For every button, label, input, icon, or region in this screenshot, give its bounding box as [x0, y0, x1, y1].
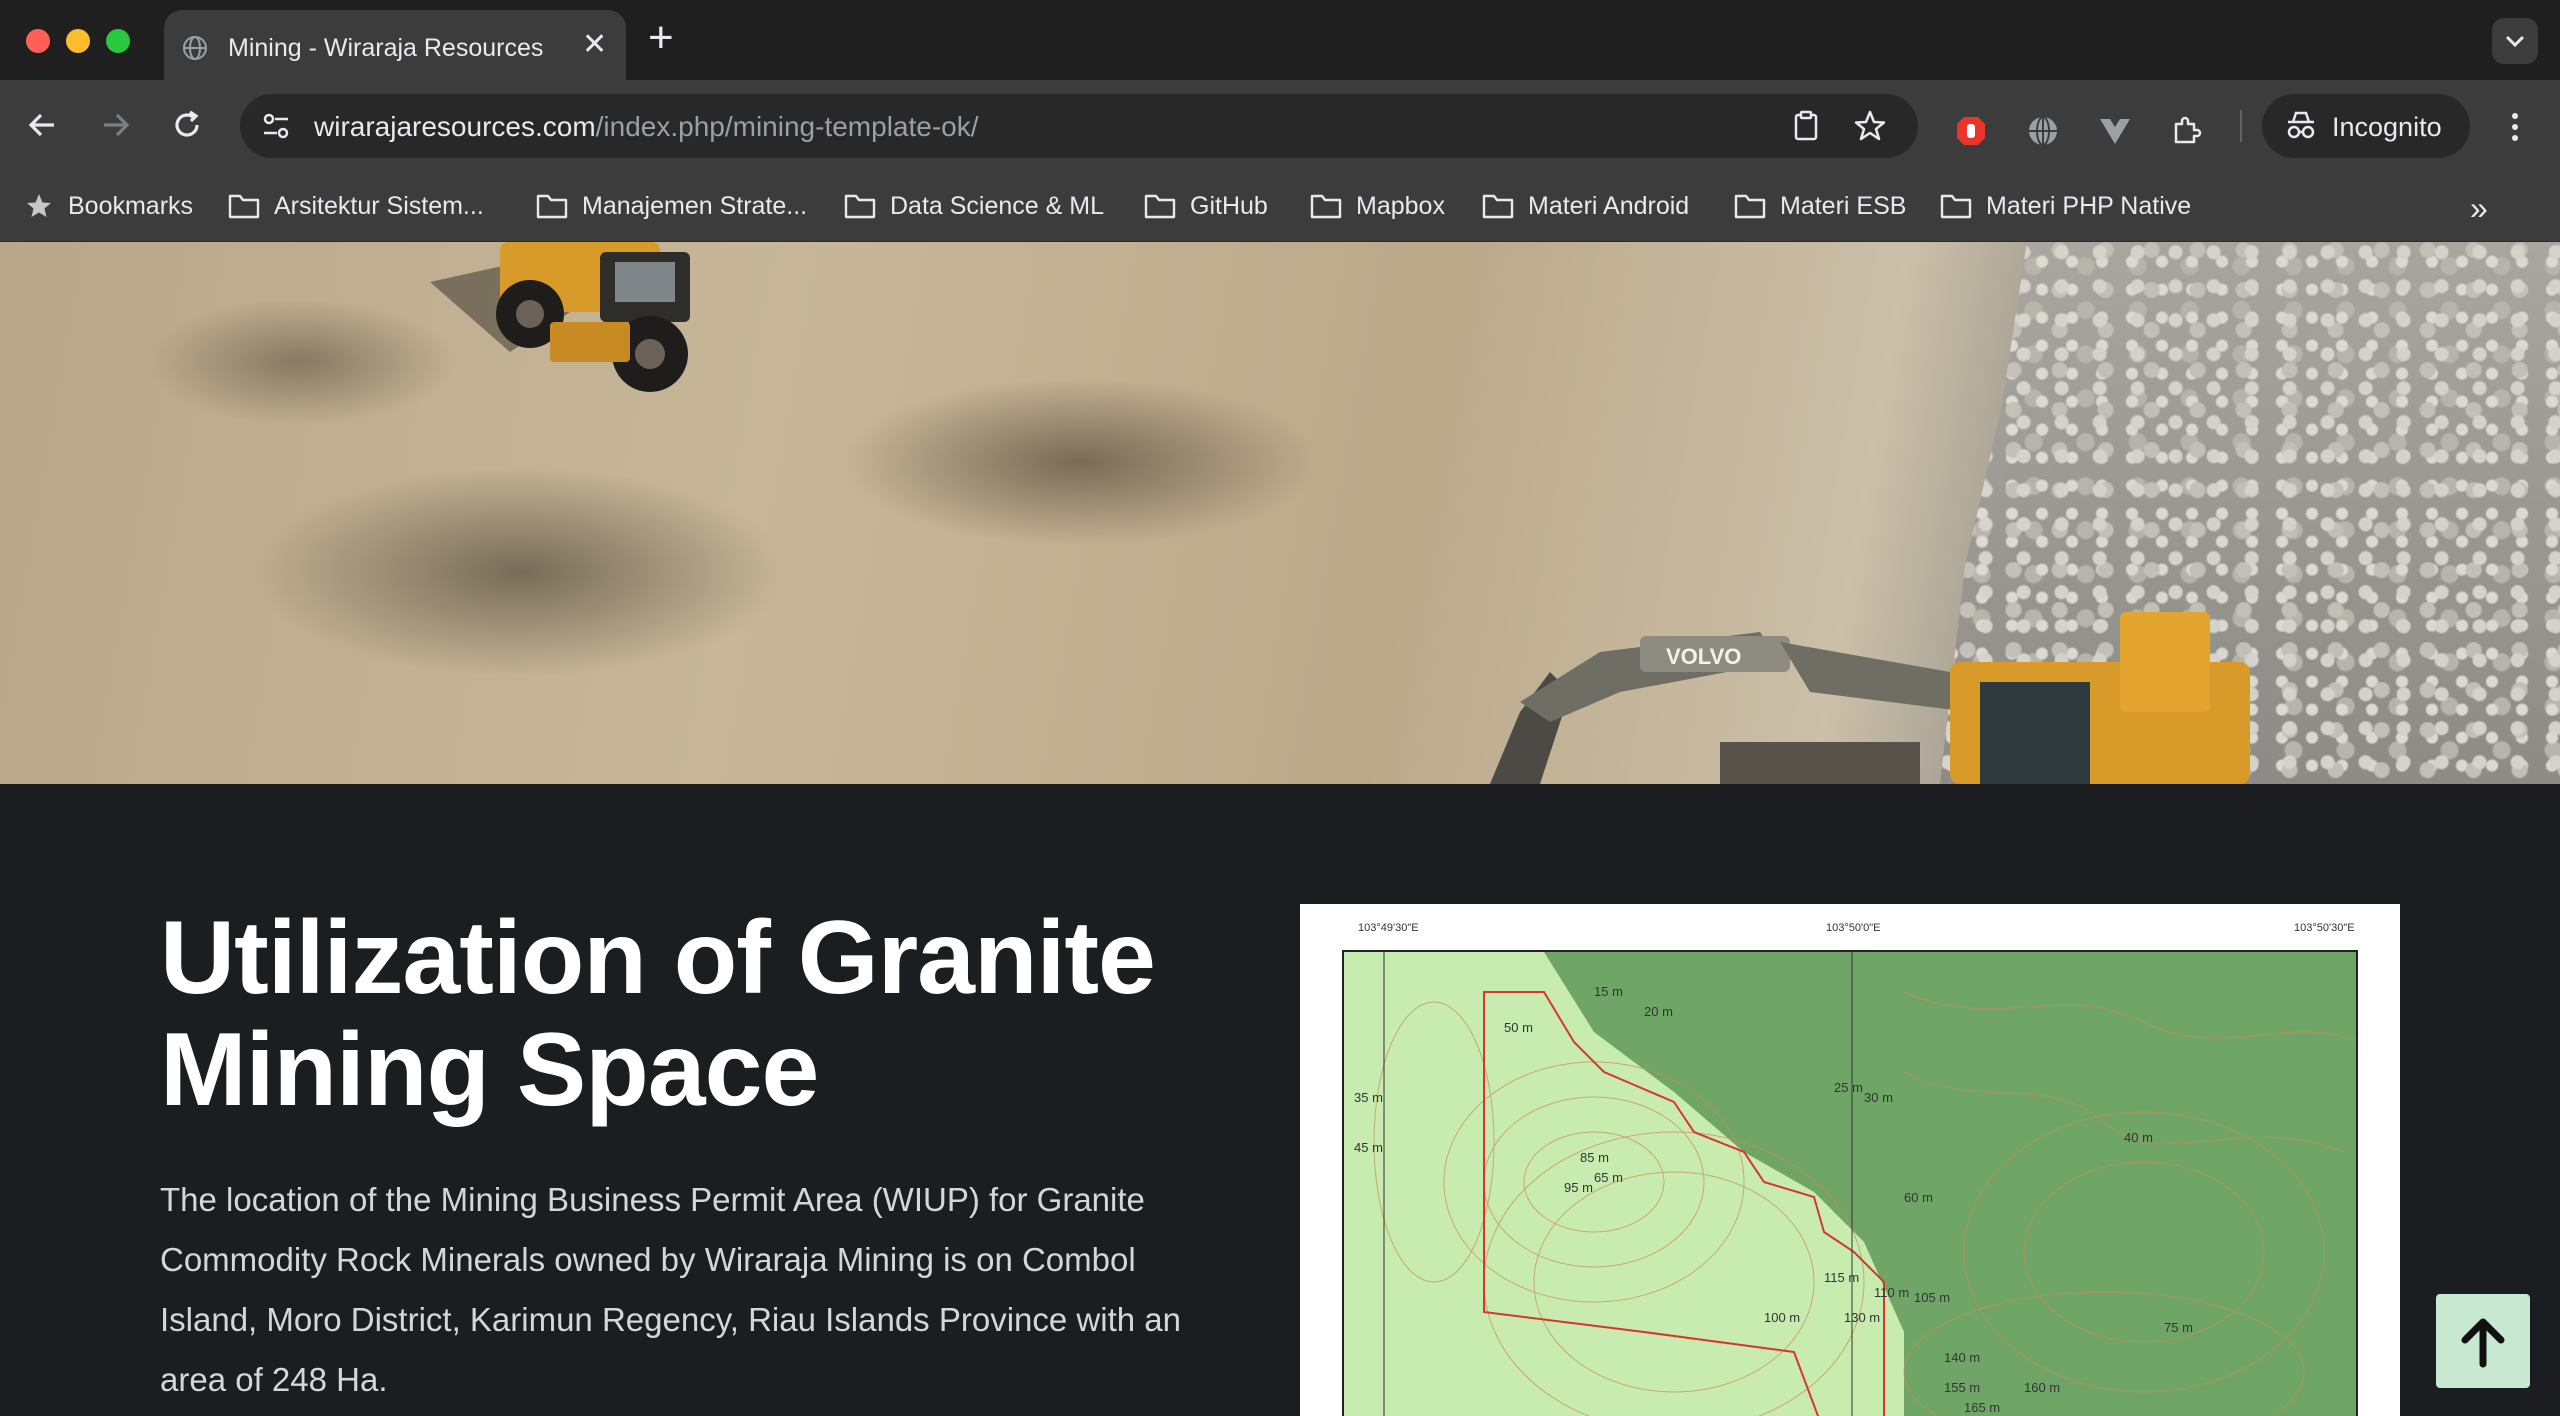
folder-icon — [1482, 194, 1514, 219]
excavator-brand: VOLVO — [1666, 644, 1741, 669]
folder-icon — [1144, 194, 1176, 219]
contour-label: 25 m — [1834, 1080, 1863, 1095]
adblock-extension-icon[interactable] — [1954, 114, 1988, 148]
map-longitude-label: 103°50'0"E — [1826, 922, 1881, 934]
map-longitude-label: 103°50'30"E — [2294, 922, 2355, 934]
contour-label: 65 m — [1594, 1170, 1623, 1185]
bookmark-folder[interactable]: Arsitektur Sistem... — [228, 186, 484, 226]
contour-map: 15 m 20 m 25 m 30 m 35 m 40 m 45 m 50 m … — [1354, 952, 2356, 1416]
new-tab-button[interactable]: + — [648, 16, 674, 60]
incognito-icon — [2287, 111, 2315, 139]
arrow-left-icon — [28, 113, 54, 137]
folder-icon — [1734, 194, 1766, 219]
bookmarks-bar: Bookmarks Arsitektur Sistem... Manajemen… — [0, 172, 2560, 242]
contour-label: 110 m — [1874, 1285, 1909, 1300]
contour-label: 20 m — [1644, 1004, 1673, 1019]
reload-button[interactable] — [164, 102, 210, 148]
vue-devtools-icon[interactable] — [2098, 114, 2132, 148]
chevron-down-icon — [2505, 35, 2525, 48]
bookmarks-overflow-button[interactable]: » — [2470, 190, 2488, 227]
tab-strip: Mining - Wiraraja Resources ✕ + — [0, 0, 2560, 80]
clipboard-icon[interactable] — [1788, 108, 1824, 144]
contour-label: 155 m — [1944, 1380, 1980, 1395]
bookmark-folder[interactable]: Data Science & ML — [844, 186, 1104, 226]
folder-icon — [844, 194, 876, 219]
contour-label: 60 m — [1904, 1190, 1933, 1205]
contour-label: 50 m — [1504, 1020, 1533, 1035]
page-title: Utilization of Granite Mining Space — [160, 900, 1156, 1128]
contour-label: 75 m — [2164, 1320, 2193, 1335]
close-window-button[interactable] — [26, 29, 50, 53]
hero-image: VOLVO — [0, 242, 2560, 784]
tab-title: Mining - Wiraraja Resources — [228, 34, 544, 62]
minimize-window-button[interactable] — [66, 29, 90, 53]
browser-toolbar: wirarajaresources.com/index.php/mining-t… — [0, 80, 2560, 172]
reload-icon — [175, 110, 199, 137]
globe-extension-icon[interactable] — [2026, 114, 2060, 148]
more-menu-icon[interactable] — [2500, 110, 2530, 144]
puzzle-extensions-icon[interactable] — [2170, 114, 2204, 148]
incognito-profile-button[interactable]: Incognito — [2262, 94, 2470, 158]
toolbar-separator — [2240, 110, 2242, 142]
forward-button[interactable] — [92, 102, 138, 148]
map-frame: 15 m 20 m 25 m 30 m 35 m 40 m 45 m 50 m … — [1342, 950, 2358, 1416]
back-button[interactable] — [20, 102, 66, 148]
globe-icon — [183, 36, 207, 60]
contour-label: 85 m — [1580, 1150, 1609, 1165]
address-bar[interactable]: wirarajaresources.com/index.php/mining-t… — [240, 94, 1918, 158]
folder-icon — [536, 194, 568, 219]
url-text[interactable]: wirarajaresources.com/index.php/mining-t… — [314, 111, 979, 143]
maximize-window-button[interactable] — [106, 29, 130, 53]
contour-label: 115 m — [1824, 1270, 1859, 1285]
incognito-label: Incognito — [2332, 112, 2442, 142]
excavator-illustration: VOLVO — [1490, 612, 2250, 784]
contour-label: 165 m — [1964, 1400, 2000, 1415]
site-settings-icon[interactable] — [258, 108, 294, 144]
contour-label: 15 m — [1594, 984, 1623, 999]
contour-label: 95 m — [1564, 1180, 1593, 1195]
folder-icon — [1310, 194, 1342, 219]
bookmark-folder[interactable]: Mapbox — [1310, 186, 1445, 226]
contour-label: 100 m — [1764, 1310, 1800, 1325]
folder-icon — [1940, 194, 1972, 219]
contour-label: 105 m — [1914, 1290, 1950, 1305]
bookmark-folder[interactable]: GitHub — [1144, 186, 1268, 226]
contour-label: 40 m — [2124, 1130, 2153, 1145]
bookmark-folder[interactable]: Materi PHP Native — [1940, 186, 2191, 226]
star-filled-icon — [27, 194, 51, 217]
wiup-map-image: 103°49'30"E 103°50'0"E 103°50'30"E 15 m … — [1300, 904, 2400, 1416]
close-tab-icon[interactable]: ✕ — [582, 30, 607, 60]
contour-label: 30 m — [1864, 1090, 1893, 1105]
scroll-to-top-button[interactable] — [2436, 1294, 2530, 1388]
contour-label: 45 m — [1354, 1140, 1383, 1155]
tab-search-button[interactable] — [2492, 18, 2538, 64]
contour-label: 160 m — [2024, 1380, 2060, 1395]
map-longitude-label: 103°49'30"E — [1358, 922, 1419, 934]
contour-label: 35 m — [1354, 1090, 1383, 1105]
main-section: Utilization of Granite Mining Space The … — [0, 784, 2560, 1416]
arrow-up-icon — [2461, 1318, 2505, 1368]
folder-icon — [228, 194, 260, 219]
arrow-right-icon — [104, 113, 130, 137]
star-icon[interactable] — [1852, 108, 1888, 144]
contour-label: 130 m — [1844, 1310, 1880, 1325]
bookmark-folder[interactable]: Materi ESB — [1734, 186, 1906, 226]
wheel-loader-illustration — [430, 242, 690, 392]
bookmark-folder[interactable]: Materi Android — [1482, 186, 1689, 226]
contour-label: 140 m — [1944, 1350, 1980, 1365]
bookmark-folder[interactable]: Manajemen Strate... — [536, 186, 807, 226]
bookmarks-manager[interactable]: Bookmarks — [24, 186, 193, 226]
page-description: The location of the Mining Business Perm… — [160, 1181, 1181, 1398]
active-tab[interactable]: Mining - Wiraraja Resources ✕ — [164, 10, 626, 80]
